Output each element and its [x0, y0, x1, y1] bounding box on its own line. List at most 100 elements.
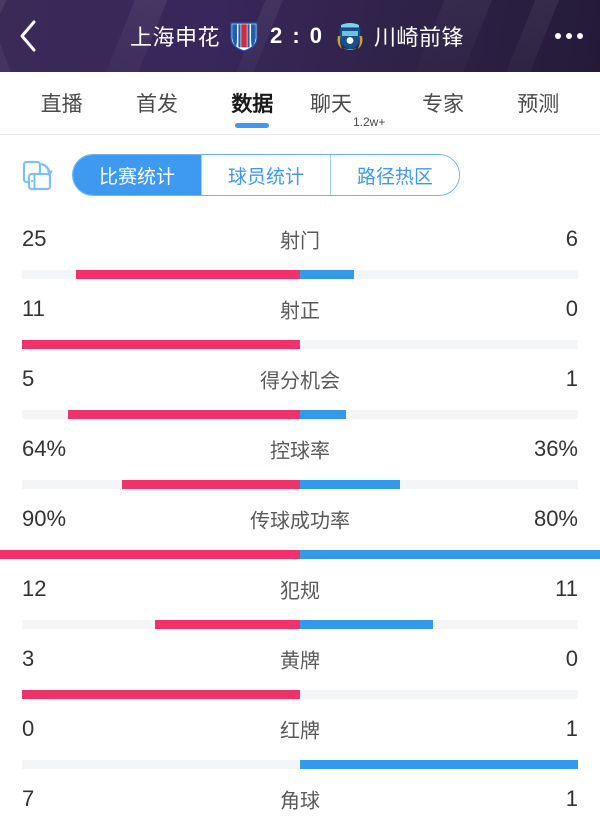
home-bar-container — [22, 479, 300, 489]
main-tab-bar: 直播 首发 数据 聊天 1.2w+ 专家 预测 — [0, 72, 600, 134]
home-stat-value: 25 — [22, 226, 47, 251]
stat-row: 25 射门 6 — [0, 215, 600, 285]
home-bar-fill — [68, 409, 300, 419]
stat-bar-wrapper — [0, 473, 600, 495]
segment-match-stats[interactable]: 比赛统计 — [73, 155, 202, 195]
more-options-icon — [555, 33, 561, 39]
away-stat-value: 1 — [565, 366, 578, 391]
home-bar-container — [22, 269, 300, 279]
stat-label: 角球 — [280, 790, 320, 813]
segment-player-stats[interactable]: 球员统计 — [201, 155, 331, 195]
tab-experts[interactable]: 专家 — [395, 72, 490, 134]
home-bar-container — [22, 339, 300, 349]
stat-bar-wrapper — [0, 263, 600, 285]
stat-row-header: 12 犯规 11 — [0, 565, 600, 613]
stat-bar-track — [22, 409, 578, 419]
chevron-left-icon — [18, 19, 38, 53]
home-stat-value: 64% — [22, 436, 67, 461]
stat-label: 射正 — [280, 300, 320, 323]
segment-label: 路径热区 — [357, 166, 434, 188]
away-bar-fill — [300, 619, 433, 629]
more-options-icon — [566, 33, 572, 39]
match-scoreline: 上海申花 2 : 0 川崎前锋 — [56, 0, 538, 72]
stat-row: 12 犯规 11 — [0, 565, 600, 635]
stat-row-header: 25 射门 6 — [0, 215, 600, 263]
tab-prediction[interactable]: 预测 — [491, 72, 586, 134]
away-stat-value: 6 — [565, 226, 578, 251]
stat-bar-track — [22, 339, 578, 349]
segment-label: 比赛统计 — [99, 166, 176, 188]
home-team-name: 上海申花 — [129, 25, 220, 50]
stat-label: 得分机会 — [260, 370, 340, 393]
stat-bar-wrapper — [0, 543, 600, 565]
home-bar-fill — [22, 339, 300, 349]
away-stat-value: 36% — [533, 436, 578, 461]
tab-stats[interactable]: 数据 — [205, 72, 300, 134]
home-stat-value: 12 — [22, 576, 47, 601]
stat-label: 红牌 — [280, 720, 320, 743]
stat-row-header: 11 射正 0 — [0, 285, 600, 333]
tab-chat[interactable]: 聊天 1.2w+ — [300, 72, 395, 134]
away-bar-fill — [300, 269, 354, 279]
more-options-button[interactable] — [538, 0, 600, 72]
segment-heatmap[interactable]: 路径热区 — [330, 155, 460, 195]
segment-label: 球员统计 — [228, 166, 305, 188]
segmented-control: 比赛统计 球员统计 路径热区 — [72, 154, 461, 196]
back-button[interactable] — [0, 0, 56, 72]
tab-lineup[interactable]: 首发 — [109, 72, 204, 134]
home-bar-fill — [154, 619, 300, 629]
stat-row: 7 角球 1 — [0, 775, 600, 822]
away-bar-container — [300, 549, 600, 559]
score: 2 : 0 — [269, 23, 325, 48]
match-header: 上海申花 2 : 0 川崎前锋 — [0, 0, 600, 72]
away-stat-value: 11 — [555, 576, 578, 601]
away-bar-container — [300, 340, 578, 349]
stat-bar-wrapper — [0, 403, 600, 425]
stat-label: 犯规 — [280, 580, 320, 603]
stat-bar-track — [0, 549, 600, 559]
away-bar-fill — [300, 479, 401, 489]
away-stat-value: 80% — [533, 506, 578, 531]
tab-label: 专家 — [421, 93, 464, 116]
home-stat-value: 11 — [22, 296, 45, 321]
away-team-name: 川崎前锋 — [374, 25, 465, 50]
home-bar-fill — [75, 269, 300, 279]
away-bar-container — [300, 409, 578, 419]
home-stat-value: 0 — [22, 716, 35, 741]
stat-bar-wrapper — [0, 753, 600, 775]
away-bar-fill — [300, 759, 578, 769]
tab-label: 直播 — [40, 93, 83, 116]
home-bar-container — [22, 760, 300, 769]
away-stat-value: 0 — [565, 296, 578, 321]
away-bar-container — [300, 269, 578, 279]
home-bar-fill — [0, 549, 300, 559]
away-bar-container — [300, 619, 578, 629]
stat-row: 90% 传球成功率 80% — [0, 495, 600, 565]
stat-row-header: 0 红牌 1 — [0, 705, 600, 753]
stat-label: 射门 — [280, 230, 320, 253]
home-bar-container — [0, 549, 300, 559]
home-bar-fill — [22, 689, 300, 699]
away-bar-container — [300, 690, 578, 699]
tab-live[interactable]: 直播 — [14, 72, 109, 134]
home-bar-container — [22, 619, 300, 629]
rotate-screen-icon[interactable] — [16, 154, 58, 196]
home-stat-value: 5 — [22, 366, 35, 391]
stat-row-header: 64% 控球率 36% — [0, 425, 600, 473]
stat-row: 5 得分机会 1 — [0, 355, 600, 425]
stat-row: 0 红牌 1 — [0, 705, 600, 775]
shanghai-shenhua-crest — [229, 20, 259, 52]
stat-row: 3 黄牌 0 — [0, 635, 600, 705]
stat-row-header: 5 得分机会 1 — [0, 355, 600, 403]
kawasaki-frontale-crest — [335, 20, 365, 52]
stat-bar-track — [22, 269, 578, 279]
stat-row: 64% 控球率 36% — [0, 425, 600, 495]
away-bar-fill — [300, 549, 600, 559]
stat-row-header: 7 角球 1 — [0, 775, 600, 822]
away-stat-value: 1 — [565, 716, 578, 741]
more-options-icon — [577, 33, 583, 39]
home-bar-fill — [122, 479, 300, 489]
home-bar-container — [22, 409, 300, 419]
stat-bar-track — [22, 759, 578, 769]
tab-label: 首发 — [135, 93, 178, 116]
